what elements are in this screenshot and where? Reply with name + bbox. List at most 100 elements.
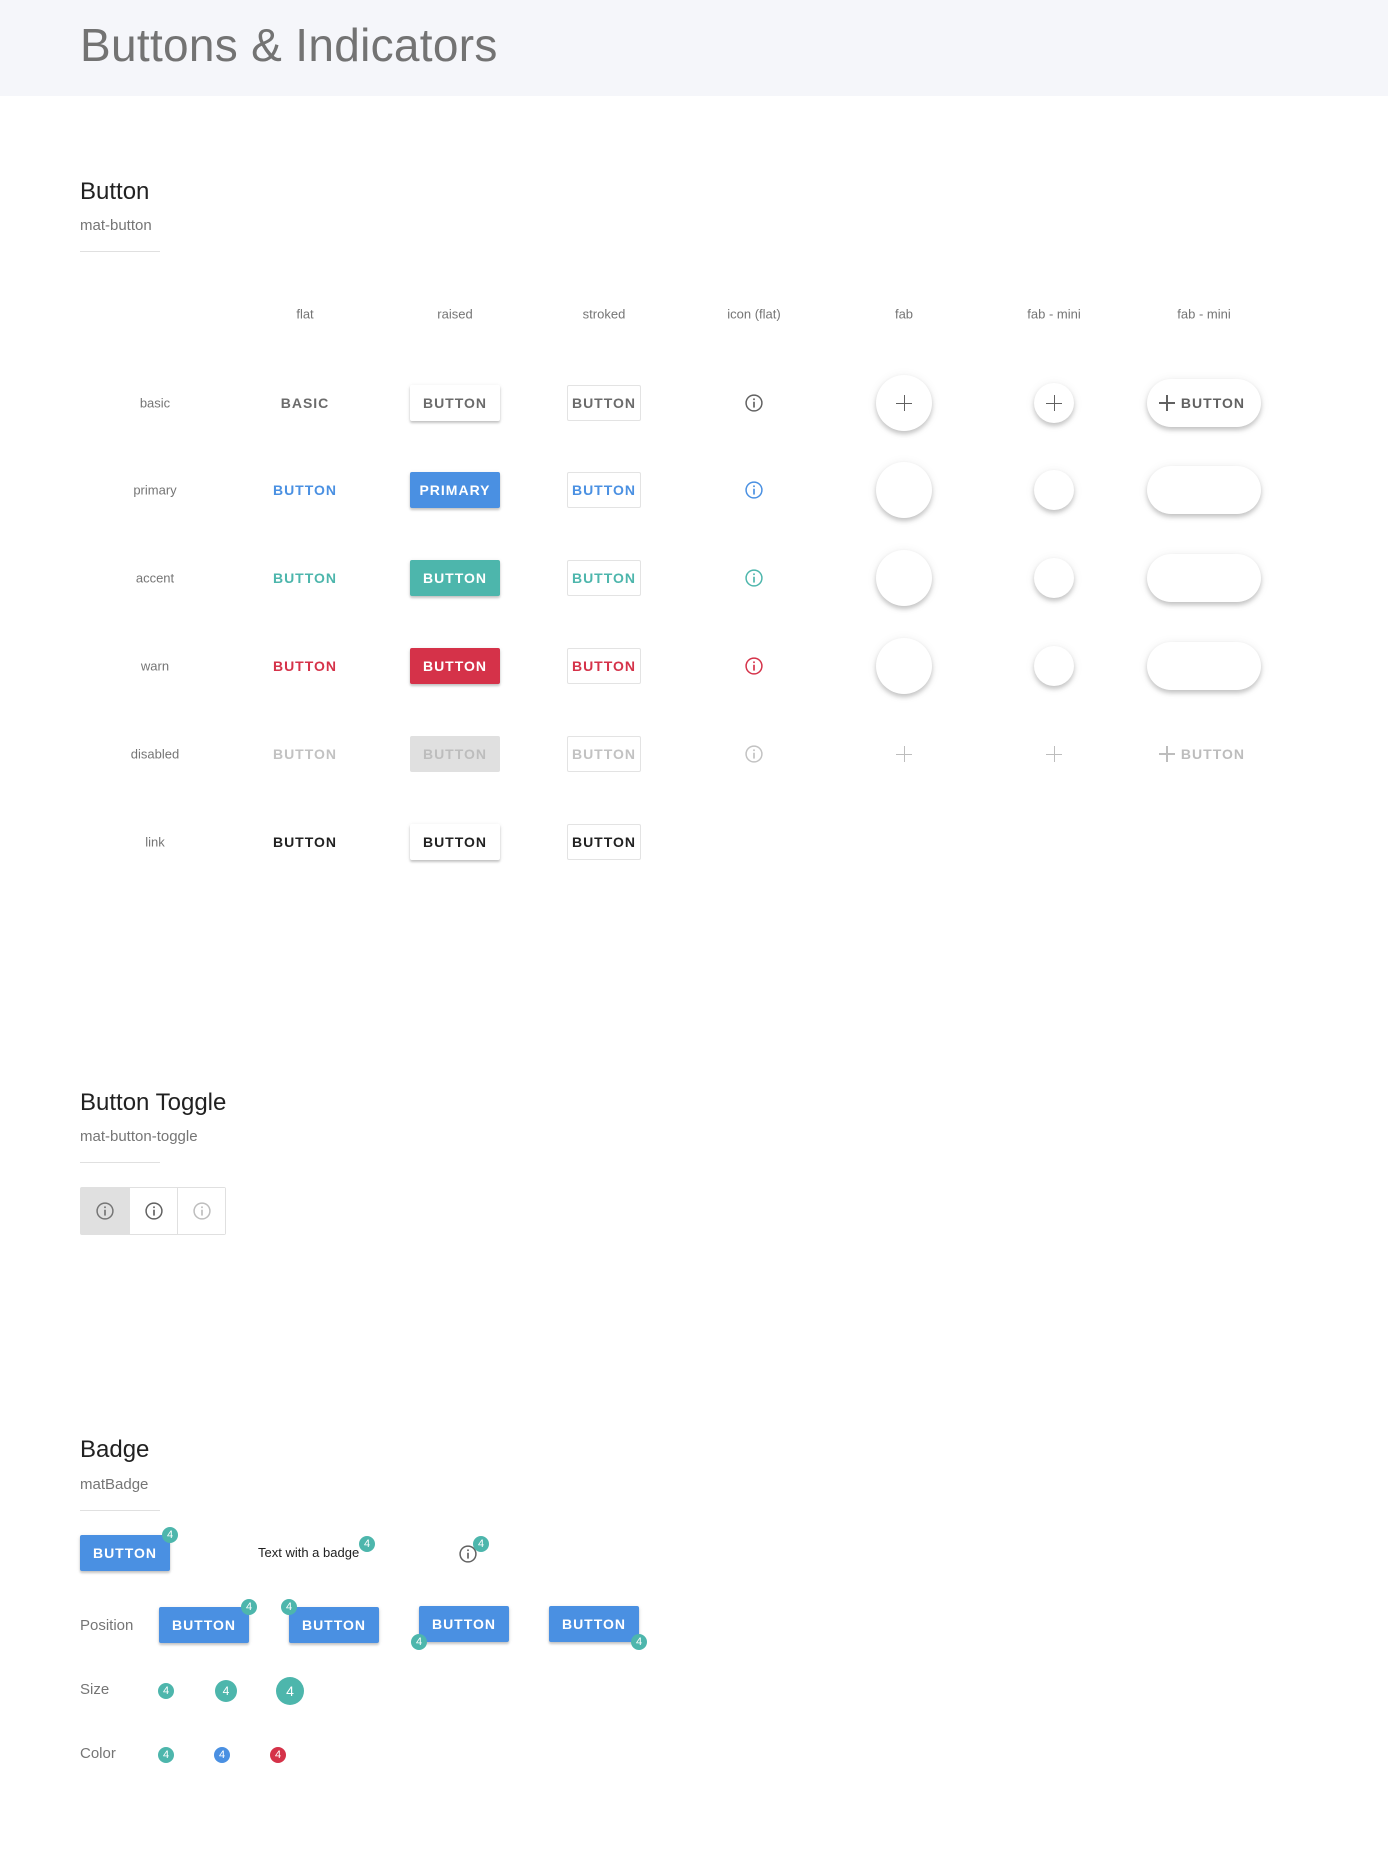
info-icon [744, 744, 764, 764]
raised-button-accent[interactable]: BUTTON [410, 560, 500, 596]
page-title: Buttons & Indicators [80, 19, 498, 71]
row-label-accent: accent [135, 570, 175, 586]
icon-button-primary[interactable] [734, 470, 774, 510]
badge-color-label: Color [80, 1745, 116, 1762]
section-title-button-toggle: Button Toggle [80, 1089, 227, 1116]
section-divider [80, 251, 160, 252]
plus-icon [896, 658, 912, 674]
badge-position-below-after: BUTTON 4 [549, 1606, 647, 1650]
page-header: Buttons & Indicators [0, 0, 1388, 96]
plus-icon [896, 746, 912, 762]
button-toggle-group [80, 1187, 226, 1235]
raised-button-primary[interactable]: PRIMARY [410, 472, 500, 508]
toggle-option-2[interactable] [129, 1188, 177, 1234]
mini-fab-button-accent[interactable] [1034, 558, 1074, 598]
raised-button-warn[interactable]: BUTTON [410, 648, 500, 684]
stroked-button-link[interactable]: BUTTON [567, 824, 641, 860]
fab-button-warn[interactable] [876, 638, 932, 694]
badge-position-above-before: BUTTON 4 [281, 1599, 379, 1643]
extended-fab-button-primary[interactable]: BUTTON [1147, 466, 1261, 514]
stroked-button-accent[interactable]: BUTTON [567, 560, 641, 596]
column-header: fab - mini [1027, 306, 1081, 322]
info-icon [144, 1201, 164, 1221]
raised-button-link[interactable]: BUTTON [410, 824, 500, 860]
toggle-option-1[interactable] [81, 1188, 129, 1234]
mini-fab-button-basic[interactable] [1034, 383, 1074, 423]
section-subtitle-badge: matBadge [80, 1476, 149, 1493]
fab-button-basic[interactable] [876, 375, 932, 431]
plus-icon [1159, 570, 1175, 586]
badge-medium: 4 [215, 1680, 237, 1702]
badge-position-below-before: BUTTON 4 [411, 1606, 509, 1650]
badge-accent: 4 [158, 1747, 174, 1763]
flat-button-primary[interactable]: BUTTON [259, 472, 351, 508]
flat-button-link[interactable]: BUTTON [259, 824, 351, 860]
badge: 4 [473, 1536, 489, 1552]
icon-button-warn[interactable] [734, 646, 774, 686]
plus-icon [1159, 746, 1175, 762]
plus-icon [1046, 482, 1062, 498]
plus-icon [1159, 395, 1175, 411]
extended-fab-button-warn[interactable]: BUTTON [1147, 642, 1261, 690]
info-icon [744, 656, 764, 676]
mini-fab-button-warn[interactable] [1034, 646, 1074, 686]
badged-button[interactable]: BUTTON [159, 1607, 249, 1643]
badged-button[interactable]: BUTTON [419, 1606, 509, 1642]
badge-button-example: BUTTON 4 [80, 1527, 178, 1571]
badge: 4 [281, 1599, 297, 1615]
plus-icon [896, 395, 912, 411]
badge: 4 [631, 1634, 647, 1650]
column-header: icon (flat) [727, 306, 781, 322]
info-icon [744, 393, 764, 413]
badge: 4 [411, 1634, 427, 1650]
badged-button[interactable]: BUTTON [80, 1535, 170, 1571]
section-title-badge: Badge [80, 1436, 150, 1463]
badge: 4 [162, 1527, 178, 1543]
stroked-button-primary[interactable]: BUTTON [567, 472, 641, 508]
flat-button-disabled: BUTTON [259, 736, 351, 772]
row-label-basic: basic [139, 395, 171, 411]
section-divider [80, 1162, 160, 1163]
extended-fab-label: BUTTON [1180, 658, 1245, 674]
extended-fab-label: BUTTON [1180, 570, 1245, 586]
icon-button-accent[interactable] [734, 558, 774, 598]
extended-fab-label: BUTTON [1180, 482, 1245, 498]
section-divider [80, 1510, 160, 1511]
badge-warn: 4 [270, 1747, 286, 1763]
info-icon [95, 1201, 115, 1221]
plus-icon [1046, 395, 1062, 411]
badge-icon-example: 4 [458, 1536, 489, 1569]
extended-fab-button-accent[interactable]: BUTTON [1147, 554, 1261, 602]
badge: 4 [241, 1599, 257, 1615]
flat-button-accent[interactable]: BUTTON [259, 560, 351, 596]
badged-button[interactable]: BUTTON [289, 1607, 379, 1643]
fab-button-primary[interactable] [876, 462, 932, 518]
badge-small: 4 [158, 1683, 174, 1699]
badge-position-label: Position [80, 1617, 134, 1634]
info-icon [192, 1201, 212, 1221]
row-label-link: link [145, 834, 165, 850]
badge: 4 [359, 1536, 375, 1552]
flat-button-basic[interactable]: BASIC [267, 385, 344, 421]
stroked-button-basic[interactable]: BUTTON [567, 385, 641, 421]
raised-button-basic[interactable]: BUTTON [410, 385, 500, 421]
badged-button[interactable]: BUTTON [549, 1606, 639, 1642]
plus-icon [1159, 658, 1175, 674]
mini-fab-button-primary[interactable] [1034, 470, 1074, 510]
fab-button-accent[interactable] [876, 550, 932, 606]
column-header: flat [296, 306, 314, 322]
badge-text: Text with a badge [258, 1545, 360, 1560]
extended-fab-label: BUTTON [1180, 395, 1245, 411]
flat-button-warn[interactable]: BUTTON [259, 648, 351, 684]
extended-fab-button-basic[interactable]: BUTTON [1147, 379, 1261, 427]
stroked-button-disabled: BUTTON [567, 736, 641, 772]
stroked-button-warn[interactable]: BUTTON [567, 648, 641, 684]
row-label-primary: primary [133, 482, 177, 498]
row-label-disabled: disabled [130, 746, 180, 762]
plus-icon [1046, 746, 1062, 762]
icon-button-basic[interactable] [734, 383, 774, 423]
extended-fab-label: BUTTON [1180, 746, 1245, 762]
plus-icon [1159, 482, 1175, 498]
info-icon [744, 480, 764, 500]
column-header: fab [894, 306, 914, 322]
